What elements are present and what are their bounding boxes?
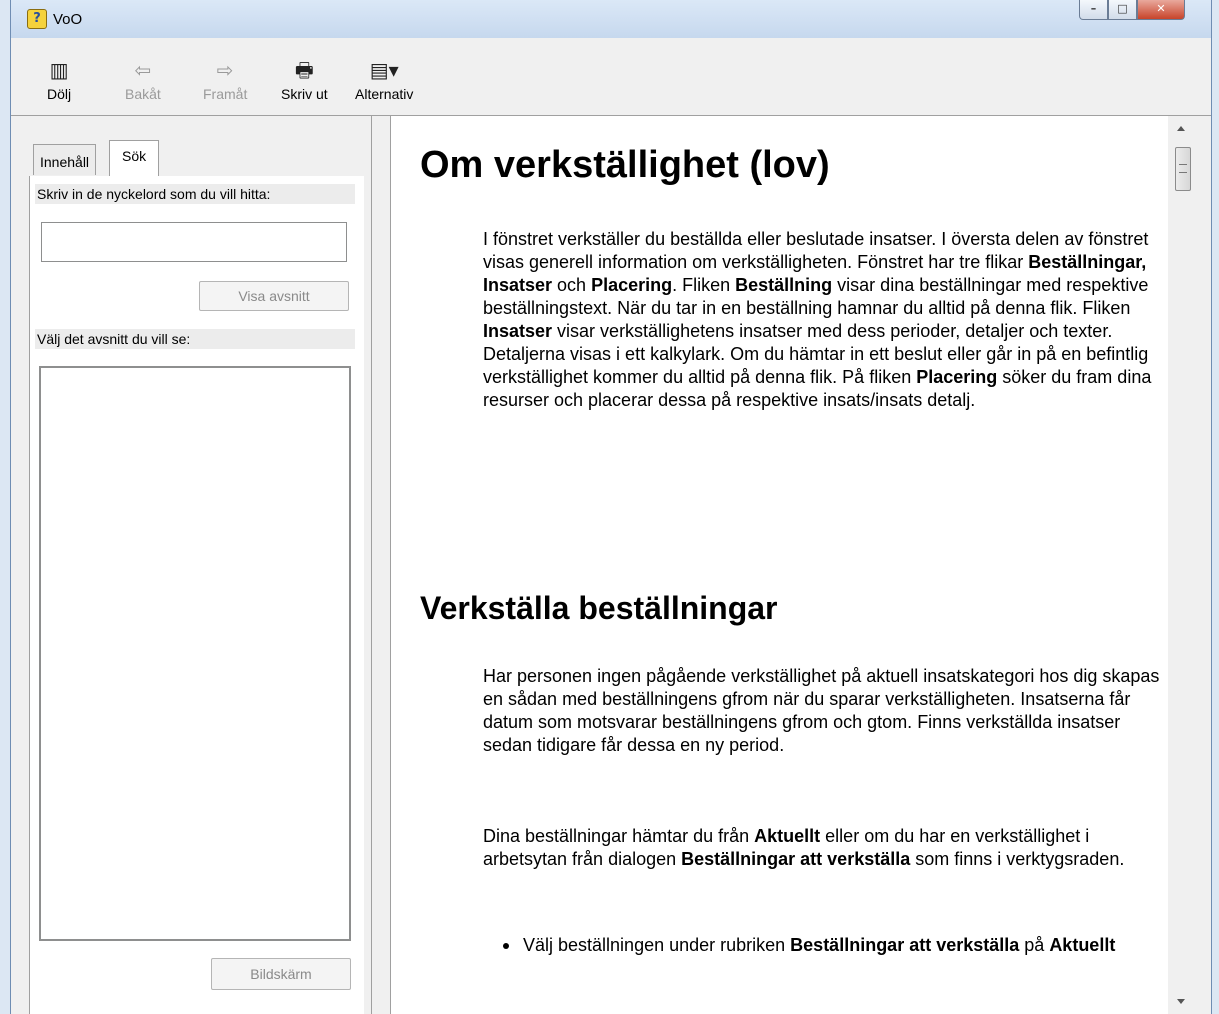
scroll-up-icon[interactable] xyxy=(1177,126,1185,131)
help-content: Om verkställighet (lov) I fönstret verks… xyxy=(391,116,1168,1014)
intro-paragraph: I fönstret verkställer du beställda elle… xyxy=(483,229,1152,410)
scroll-down-icon[interactable] xyxy=(1177,999,1185,1004)
minimize-button[interactable]: – xyxy=(1079,0,1108,20)
options-button[interactable]: ▤▾ Alternativ xyxy=(355,58,413,102)
hide-button[interactable]: ▥ Dölj xyxy=(47,58,71,102)
section-paragraph-1: Har personen ingen pågående verkställigh… xyxy=(483,666,1160,755)
back-label: Bakåt xyxy=(125,86,161,102)
window-title: VoO xyxy=(53,11,83,28)
section-heading: Verkställa beställningar xyxy=(420,590,778,626)
section-paragraph-2: Dina beställningar hämtar du från Aktuel… xyxy=(483,826,1125,869)
printer-icon: 🖶 xyxy=(294,58,314,82)
list-item-text: Välj beställningen under rubriken Bestäl… xyxy=(523,935,1116,955)
select-topic-label: Välj det avsnitt du vill se: xyxy=(35,329,355,349)
toolbar: ▥ Dölj ⇦ Bakåt ⇨ Framåt 🖶 Skriv ut ▤▾ Al… xyxy=(11,38,1211,116)
arrow-right-icon: ⇨ xyxy=(216,58,234,82)
page-title: Om verkställighet (lov) xyxy=(420,144,830,186)
forward-button[interactable]: ⇨ Framåt xyxy=(203,58,247,102)
topic-list[interactable] xyxy=(39,366,351,941)
navigation-pane: Innehåll Sök Skriv in de nyckelord som d… xyxy=(11,116,372,1014)
pane-splitter[interactable] xyxy=(372,116,391,1014)
tab-contents[interactable]: Innehåll xyxy=(33,144,97,175)
arrow-left-icon: ⇦ xyxy=(134,58,152,82)
display-button[interactable]: Bildskärm xyxy=(211,958,351,990)
tab-search[interactable]: Sök xyxy=(109,140,160,177)
print-label: Skriv ut xyxy=(281,86,328,102)
help-window: ? VoO – □ ✕ ▥ Dölj ⇦ Bakåt ⇨ Framåt 🖶 Sk… xyxy=(10,0,1212,1014)
window-controls: – □ ✕ xyxy=(1079,0,1185,22)
forward-label: Framåt xyxy=(203,86,248,102)
options-label: Alternativ xyxy=(355,86,414,102)
options-icon: ▤▾ xyxy=(369,58,399,82)
close-button[interactable]: ✕ xyxy=(1137,0,1185,20)
content-scrollbar[interactable] xyxy=(1168,116,1199,1014)
help-question-icon: ? xyxy=(27,9,47,29)
back-button[interactable]: ⇦ Bakåt xyxy=(125,58,161,102)
scroll-thumb[interactable] xyxy=(1175,147,1191,191)
keyword-label: Skriv in de nyckelord som du vill hitta: xyxy=(35,184,355,204)
keyword-input[interactable] xyxy=(41,222,347,262)
print-button[interactable]: 🖶 Skriv ut xyxy=(281,58,328,102)
list-item: Välj beställningen under rubriken Bestäl… xyxy=(503,934,1163,957)
show-topics-button[interactable]: Visa avsnitt xyxy=(199,281,349,311)
hide-pane-icon: ▥ xyxy=(49,58,69,82)
maximize-button[interactable]: □ xyxy=(1108,0,1137,20)
hide-label: Dölj xyxy=(47,86,72,102)
title-bar[interactable]: ? VoO – □ ✕ xyxy=(11,0,1211,38)
bullet-dot xyxy=(503,943,509,949)
